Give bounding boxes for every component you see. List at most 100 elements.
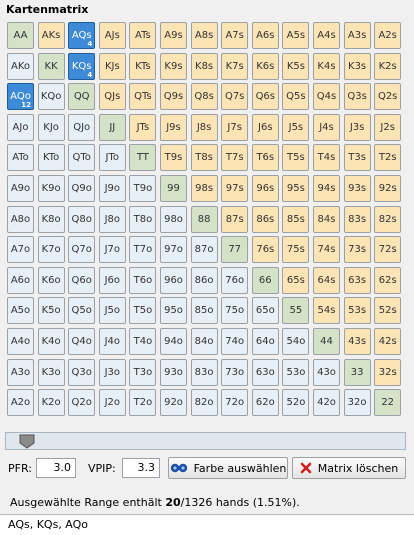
hand-cell-kts[interactable]: KTs — [129, 52, 157, 80]
hand-cell-qto[interactable]: QTo — [68, 144, 96, 172]
hand-cell-88[interactable]: 88 — [190, 205, 218, 233]
hand-cell-65s[interactable]: 65s — [282, 266, 310, 294]
hand-cell-k5o[interactable]: K5o — [37, 297, 65, 325]
hand-cell-k9o[interactable]: K9o — [37, 175, 65, 202]
pfr-field[interactable]: 3.0 — [36, 458, 76, 478]
hand-cell-jts[interactable]: JTs — [129, 113, 157, 141]
hand-cell-qjo[interactable]: QJo — [68, 113, 96, 141]
hand-cell-a9o[interactable]: A9o — [7, 175, 34, 202]
hand-cell-t7o[interactable]: T7o — [129, 236, 157, 264]
hand-cell-k4s[interactable]: K4s — [313, 52, 340, 80]
hand-cell-86o[interactable]: 86o — [190, 266, 218, 294]
hand-cell-42o[interactable]: 42o — [313, 389, 340, 417]
hand-cell-64o[interactable]: 64o — [251, 328, 279, 355]
hand-cell-a2s[interactable]: A2s — [374, 22, 402, 49]
hand-cell-93o[interactable]: 93o — [160, 358, 187, 386]
hand-cell-a9s[interactable]: A9s — [160, 22, 187, 49]
hand-cell-q9s[interactable]: Q9s — [160, 83, 187, 111]
hand-cell-a8o[interactable]: A8o — [7, 205, 34, 233]
hand-cell-97o[interactable]: 97o — [160, 236, 187, 264]
hand-cell-96s[interactable]: 96s — [251, 175, 279, 202]
choose-color-button[interactable]: Farbe auswählen — [168, 457, 288, 479]
hand-cell-33[interactable]: 33 — [343, 358, 371, 386]
hand-cell-tt[interactable]: TT — [129, 144, 157, 172]
clear-matrix-button[interactable]: Matrix löschen — [292, 457, 406, 479]
hand-cell-94o[interactable]: 94o — [160, 328, 187, 355]
hand-cell-22[interactable]: 22 — [374, 389, 402, 417]
hand-cell-77[interactable]: 77 — [221, 236, 249, 264]
hand-cell-aqs[interactable]: AQs 4 — [68, 22, 96, 49]
hand-cell-84s[interactable]: 84s — [313, 205, 340, 233]
hand-cell-93s[interactable]: 93s — [343, 175, 371, 202]
hand-cell-j2o[interactable]: J2o — [98, 389, 126, 417]
hand-cell-a4o[interactable]: A4o — [7, 328, 34, 355]
hand-cell-q7o[interactable]: Q7o — [68, 236, 96, 264]
hand-cell-q6s[interactable]: Q6s — [251, 83, 279, 111]
hand-cell-86s[interactable]: 86s — [251, 205, 279, 233]
hand-cell-95s[interactable]: 95s — [282, 175, 310, 202]
hand-cell-75o[interactable]: 75o — [221, 297, 249, 325]
hand-cell-t6s[interactable]: T6s — [251, 144, 279, 172]
hand-cell-62o[interactable]: 62o — [251, 389, 279, 417]
hand-cell-32s[interactable]: 32s — [374, 358, 402, 386]
hand-cell-96o[interactable]: 96o — [160, 266, 187, 294]
range-slider[interactable] — [5, 432, 406, 450]
hand-cell-q8s[interactable]: Q8s — [190, 83, 218, 111]
hand-cell-q3o[interactable]: Q3o — [68, 358, 96, 386]
hand-cell-83o[interactable]: 83o — [190, 358, 218, 386]
hand-cell-43s[interactable]: 43s — [343, 328, 371, 355]
hand-cell-ats[interactable]: ATs — [129, 22, 157, 49]
hand-cell-55[interactable]: 55 — [282, 297, 310, 325]
hand-cell-76s[interactable]: 76s — [251, 236, 279, 264]
hand-cell-72o[interactable]: 72o — [221, 389, 249, 417]
hand-cell-aqo[interactable]: AQo 12 — [7, 83, 34, 111]
hand-cell-kjs[interactable]: KJs — [98, 52, 126, 80]
hand-cell-q3s[interactable]: Q3s — [343, 83, 371, 111]
hand-cell-87o[interactable]: 87o — [190, 236, 218, 264]
hand-cell-kqs[interactable]: KQs 4 — [68, 52, 96, 80]
hand-cell-53o[interactable]: 53o — [282, 358, 310, 386]
hand-cell-a3s[interactable]: A3s — [343, 22, 371, 49]
hand-cell-j3o[interactable]: J3o — [98, 358, 126, 386]
slider-thumb[interactable] — [18, 434, 36, 449]
hand-cell-ako[interactable]: AKo — [7, 52, 34, 80]
hand-cell-jto[interactable]: JTo — [98, 144, 126, 172]
hand-cell-54o[interactable]: 54o — [282, 328, 310, 355]
hand-cell-a6o[interactable]: A6o — [7, 266, 34, 294]
hand-cell-q4s[interactable]: Q4s — [313, 83, 340, 111]
hand-cell-98o[interactable]: 98o — [160, 205, 187, 233]
hand-cell-52o[interactable]: 52o — [282, 389, 310, 417]
hand-cell-t4s[interactable]: T4s — [313, 144, 340, 172]
hand-cell-a2o[interactable]: A2o — [7, 389, 34, 417]
hand-cell-t3o[interactable]: T3o — [129, 358, 157, 386]
hand-cell-q6o[interactable]: Q6o — [68, 266, 96, 294]
hand-cell-t4o[interactable]: T4o — [129, 328, 157, 355]
hand-cell-j6s[interactable]: J6s — [251, 113, 279, 141]
hand-cell-ajo[interactable]: AJo — [7, 113, 34, 141]
hand-cell-j8o[interactable]: J8o — [98, 205, 126, 233]
hand-cell-kjo[interactable]: KJo — [37, 113, 65, 141]
hand-cell-95o[interactable]: 95o — [160, 297, 187, 325]
hand-cell-jj[interactable]: JJ — [98, 113, 126, 141]
selected-hands-textbox[interactable]: AQs, KQs, AQo — [0, 514, 414, 535]
hand-cell-j8s[interactable]: J8s — [190, 113, 218, 141]
hand-cell-qq[interactable]: QQ — [68, 83, 96, 111]
hand-cell-85s[interactable]: 85s — [282, 205, 310, 233]
hand-cell-94s[interactable]: 94s — [313, 175, 340, 202]
hand-cell-82o[interactable]: 82o — [190, 389, 218, 417]
vpip-field[interactable]: 3.3 — [122, 458, 160, 478]
hand-cell-99[interactable]: 99 — [160, 175, 187, 202]
hand-cell-q7s[interactable]: Q7s — [221, 83, 249, 111]
hand-cell-j9s[interactable]: J9s — [160, 113, 187, 141]
hand-cell-k7o[interactable]: K7o — [37, 236, 65, 264]
hand-cell-t2o[interactable]: T2o — [129, 389, 157, 417]
hand-cell-j5s[interactable]: J5s — [282, 113, 310, 141]
hand-cell-ajs[interactable]: AJs — [98, 22, 126, 49]
hand-cell-52s[interactable]: 52s — [374, 297, 402, 325]
hand-cell-83s[interactable]: 83s — [343, 205, 371, 233]
hand-cell-q5s[interactable]: Q5s — [282, 83, 310, 111]
hand-cell-q4o[interactable]: Q4o — [68, 328, 96, 355]
hand-cell-a5o[interactable]: A5o — [7, 297, 34, 325]
hand-cell-42s[interactable]: 42s — [374, 328, 402, 355]
hand-cell-j4o[interactable]: J4o — [98, 328, 126, 355]
